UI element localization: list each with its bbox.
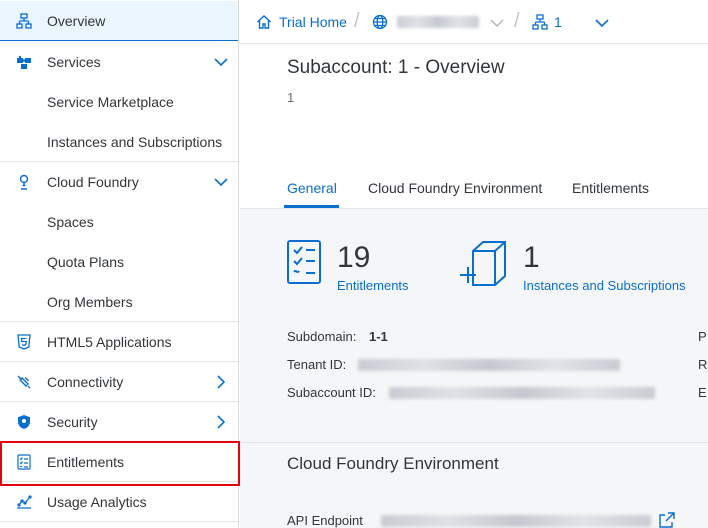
entitlements-link[interactable]: Entitlements	[337, 278, 409, 294]
breadcrumb-subaccount-link[interactable]: 1	[554, 14, 562, 30]
analytics-icon	[17, 495, 32, 509]
sidebar-item-label: Security	[47, 414, 98, 430]
section-title-cloud-foundry: Cloud Foundry Environment	[287, 454, 499, 473]
sidebar-item-label: Usage Analytics	[47, 494, 147, 510]
chevron-down-icon[interactable]	[214, 55, 228, 69]
sidebar-item-label: Instances and Subscriptions	[47, 134, 223, 150]
instances-subscriptions-link[interactable]: Instances and Subscriptions	[523, 278, 686, 294]
puzzle-icon	[17, 55, 31, 69]
sidebar-item-cloud-foundry[interactable]: Cloud Foundry	[0, 162, 238, 202]
cloud-foundry-icon	[19, 174, 29, 190]
truncated-label: E	[698, 385, 707, 400]
breadcrumb-separator: /	[354, 10, 360, 32]
chevron-right-icon[interactable]	[214, 415, 228, 429]
external-link-icon[interactable]	[659, 512, 675, 528]
shield-icon	[18, 415, 30, 429]
divider	[0, 521, 238, 522]
instances-count: 1	[523, 241, 540, 274]
sidebar-item-org-members[interactable]: Org Members	[0, 282, 238, 322]
sidebar-item-service-marketplace[interactable]: Service Marketplace	[0, 82, 238, 122]
sidebar: Overview Services Service Marketplace In…	[0, 0, 240, 528]
home-icon[interactable]	[256, 14, 272, 30]
tab-general[interactable]: General	[287, 180, 337, 196]
plug-icon	[17, 375, 31, 389]
subaccount-id-label: Subaccount ID:	[287, 385, 376, 400]
chevron-right-icon[interactable]	[214, 375, 228, 389]
tab-cloud-foundry-environment[interactable]: Cloud Foundry Environment	[368, 180, 542, 196]
sidebar-item-html5-applications[interactable]: HTML5 Applications	[0, 322, 238, 362]
breadcrumb: Trial Home / / 1	[240, 0, 708, 44]
globe-icon	[372, 14, 388, 30]
sidebar-item-quota-plans[interactable]: Quota Plans	[0, 242, 238, 282]
sidebar-item-label: Service Marketplace	[47, 94, 174, 110]
subdomain-label: Subdomain:	[287, 329, 357, 344]
sidebar-item-label: HTML5 Applications	[47, 334, 172, 350]
tenant-id-value	[358, 359, 620, 371]
sidebar-item-label: Org Members	[47, 294, 133, 310]
tab-entitlements[interactable]: Entitlements	[572, 180, 649, 196]
divider	[240, 442, 708, 443]
sidebar-item-overview[interactable]: Overview	[0, 1, 238, 41]
sidebar-item-label: Cloud Foundry	[47, 174, 139, 190]
sidebar-item-security[interactable]: Security	[0, 402, 238, 442]
divider	[240, 208, 708, 209]
chevron-down-icon[interactable]	[490, 16, 504, 30]
sidebar-item-services[interactable]: Services	[0, 42, 238, 82]
api-endpoint-label: API Endpoint	[287, 513, 363, 528]
sidebar-item-label: Services	[47, 54, 101, 70]
truncated-label: P	[698, 329, 707, 344]
sidebar-item-label: Quota Plans	[47, 254, 125, 270]
tenant-id-label: Tenant ID:	[287, 357, 347, 372]
chevron-down-icon[interactable]	[595, 16, 609, 30]
breadcrumb-home-link[interactable]: Trial Home	[279, 14, 347, 30]
subaccount-id-value	[389, 387, 655, 399]
hierarchy-icon	[16, 13, 32, 29]
sidebar-item-label: Overview	[47, 13, 106, 29]
page-title: Subaccount: 1 - Overview	[287, 57, 505, 78]
hierarchy-icon	[532, 14, 548, 30]
sidebar-item-instances-subscriptions[interactable]: Instances and Subscriptions	[0, 122, 238, 162]
chevron-down-icon[interactable]	[214, 175, 228, 189]
page-subtitle: 1	[287, 90, 295, 105]
sidebar-item-label: Connectivity	[47, 374, 124, 390]
truncated-label: R	[698, 357, 708, 372]
add-instances-icon	[460, 241, 506, 286]
sidebar-item-spaces[interactable]: Spaces	[0, 202, 238, 242]
breadcrumb-separator: /	[514, 10, 520, 32]
entitlements-count: 19	[337, 241, 371, 274]
sidebar-item-label: Spaces	[47, 214, 94, 230]
subdomain-value: 1-1	[369, 329, 388, 344]
page-header: Subaccount: 1 - Overview 1 General Cloud…	[240, 45, 708, 209]
checklist-icon	[287, 240, 321, 284]
sidebar-item-connectivity[interactable]: Connectivity	[0, 362, 238, 402]
highlight-box	[0, 441, 240, 486]
global-account-link[interactable]	[397, 16, 479, 28]
sidebar-item-usage-analytics[interactable]: Usage Analytics	[0, 482, 238, 522]
main-content: Subaccount: 1 - Overview 1 General Cloud…	[240, 45, 708, 528]
html5-icon	[17, 334, 31, 350]
api-endpoint-link[interactable]	[381, 515, 651, 527]
